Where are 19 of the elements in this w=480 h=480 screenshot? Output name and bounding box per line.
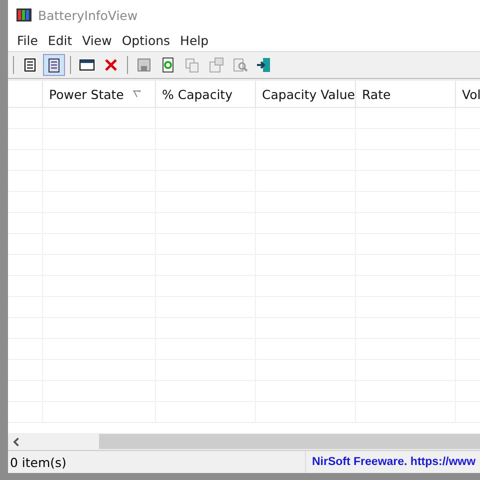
scroll-left-icon[interactable] — [12, 436, 22, 446]
column-header[interactable]: Vol — [456, 81, 480, 107]
horizontal-scrollbar[interactable] — [8, 433, 480, 450]
battery-app-icon — [16, 8, 32, 22]
column-header[interactable]: Capacity Value — [256, 81, 356, 107]
window-title: BatteryInfoView — [38, 8, 138, 22]
menu-item[interactable]: Options — [116, 33, 176, 48]
menu-item[interactable]: Help — [175, 33, 214, 48]
clipboard-icon[interactable] — [43, 54, 65, 76]
menu-item[interactable]: Edit — [42, 33, 78, 48]
item-count: 0 item(s) — [9, 454, 68, 470]
column-header[interactable]: % Capacity — [156, 81, 256, 107]
menu-item[interactable]: File — [12, 33, 43, 48]
column-header[interactable]: Power State — [43, 81, 156, 107]
scrollbar-thumb[interactable] — [99, 434, 480, 449]
sort-icon — [133, 90, 141, 98]
website-link[interactable]: NirSoft Freeware. https://www — [305, 451, 480, 473]
menu-item[interactable]: View — [77, 33, 117, 48]
column-header[interactable]: Rate — [356, 81, 456, 107]
